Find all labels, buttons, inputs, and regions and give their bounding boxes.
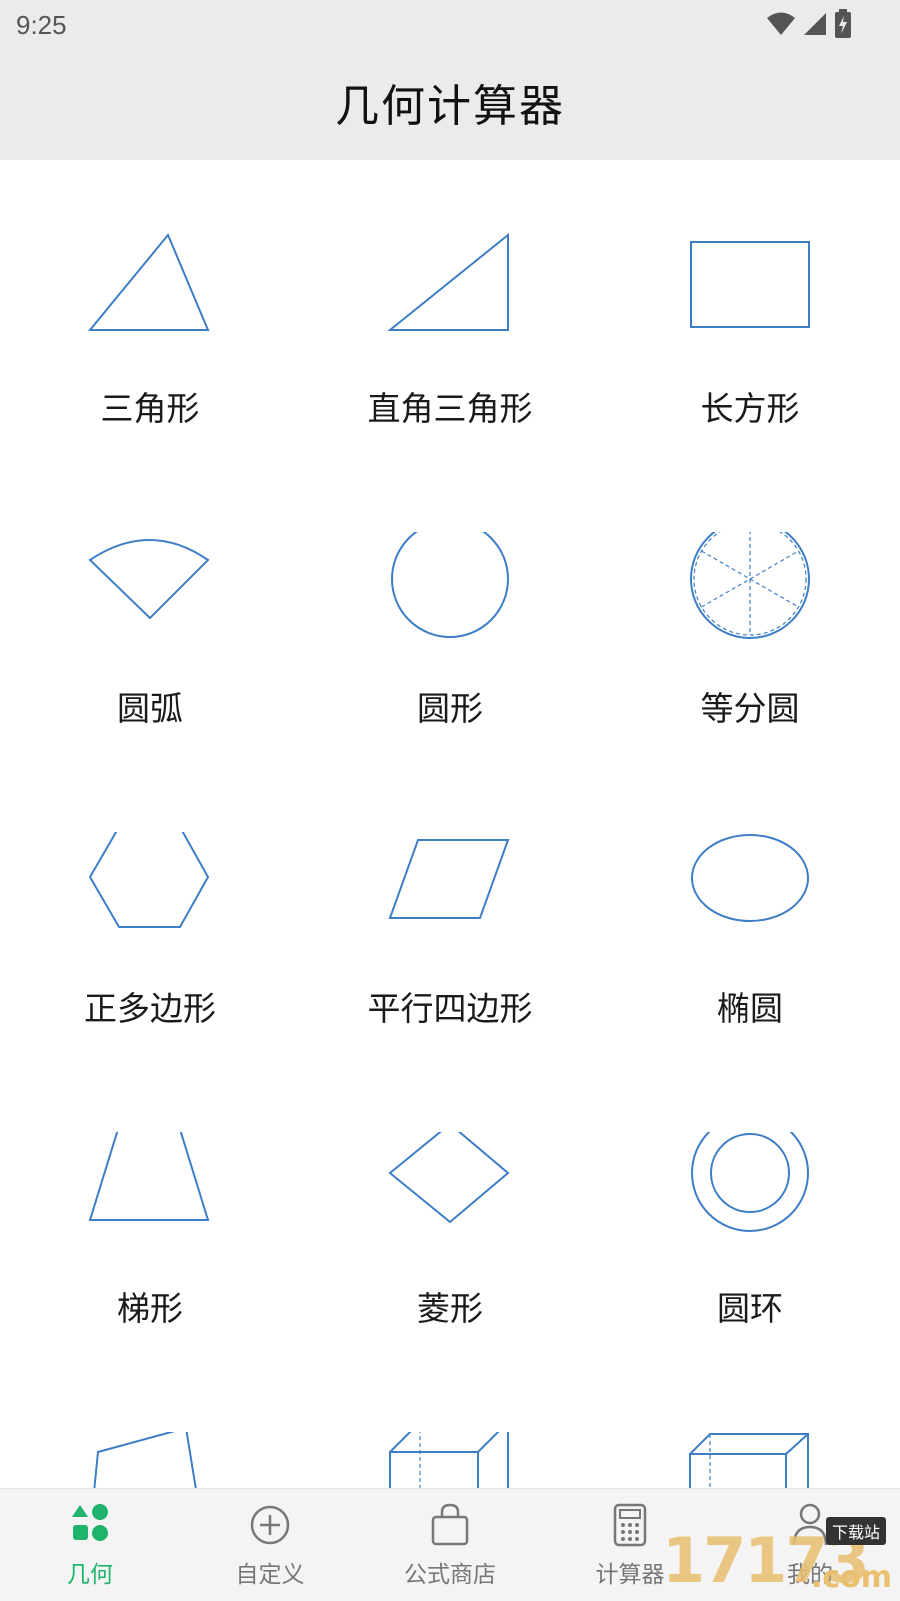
shape-item-rhombus[interactable]: 菱形: [300, 1060, 600, 1360]
calculator-icon: [613, 1503, 647, 1547]
wifi-icon: [767, 12, 795, 35]
shape-item-cube[interactable]: [600, 1360, 900, 1488]
tab-geometry[interactable]: 几何: [0, 1489, 180, 1601]
shape-item-parallelogram[interactable]: 平行四边形: [300, 760, 600, 1060]
shape-item-trapezoid[interactable]: 梯形: [0, 1060, 300, 1360]
shape-item-rectangle[interactable]: 长方形: [600, 160, 900, 460]
rectangle-icon: [690, 241, 810, 328]
plus-circle-icon: [250, 1505, 290, 1545]
shape-label: 梯形: [117, 1289, 183, 1328]
cuboid-icon: [389, 1432, 509, 1488]
status-time: 9:25: [16, 10, 67, 40]
annulus-icon: [691, 1132, 809, 1232]
parallelogram-icon: [388, 839, 510, 919]
shape-label: 圆环: [717, 1289, 783, 1328]
watermark-badge: 下载站: [825, 1517, 886, 1545]
shape-label: 长方形: [700, 389, 800, 428]
geometry-icon: [72, 1504, 108, 1541]
tab-label: 几何: [67, 1562, 113, 1588]
shape-item-arc[interactable]: 圆弧: [0, 460, 300, 760]
shape-label: 等分圆: [700, 689, 800, 728]
watermark: 17173 下载站 .com: [662, 1517, 892, 1597]
shopping-bag-icon: [431, 1503, 469, 1546]
shape-label: 菱形: [417, 1289, 483, 1328]
right-triangle-icon: [387, 232, 509, 331]
hexagon-icon: [88, 832, 210, 928]
shape-item-circle[interactable]: 圆形: [300, 460, 600, 760]
ellipse-icon: [691, 834, 809, 922]
shape-label: 直角三角形: [367, 389, 533, 428]
cube-icon: [689, 1433, 809, 1488]
watermark-suffix: .com: [810, 1560, 892, 1595]
shape-label: 圆形: [417, 689, 483, 728]
sector-icon: [88, 539, 210, 620]
status-icons: [766, 8, 852, 40]
shape-item-triangle[interactable]: 三角形: [0, 160, 300, 460]
rhombus-icon: [388, 1132, 510, 1224]
bottom-tab-bar: 几何 自定义 公式商店 计算器 我的 17173 下载站 .com: [0, 1488, 900, 1601]
page-title: 几何计算器: [335, 81, 565, 132]
shape-item-regular-polygon[interactable]: 正多边形: [0, 760, 300, 1060]
quadrilateral-icon: [93, 1432, 197, 1488]
shape-item-right-triangle[interactable]: 直角三角形: [300, 160, 600, 460]
shape-grid: 三角形 直角三角形 长方形 圆弧 圆形 等分圆 正多边形 平行四边形 椭圆 梯形…: [0, 160, 900, 1488]
tab-formula-store[interactable]: 公式商店: [360, 1489, 540, 1601]
shape-item-quadrilateral[interactable]: [0, 1360, 300, 1488]
divided-circle-icon: [690, 532, 810, 639]
tab-label: 自定义: [235, 1562, 305, 1588]
circle-icon: [391, 532, 509, 638]
shape-item-annulus[interactable]: 圆环: [600, 1060, 900, 1360]
cellular-signal-icon: [804, 13, 826, 35]
shape-item-cuboid[interactable]: [300, 1360, 600, 1488]
tab-label: 公式商店: [404, 1562, 496, 1588]
shape-item-divided-circle[interactable]: 等分圆: [600, 460, 900, 760]
status-bar: 9:25: [0, 0, 900, 48]
triangle-icon: [87, 233, 210, 331]
shape-label: 椭圆: [717, 989, 783, 1028]
shape-label: 正多边形: [84, 989, 216, 1028]
battery-charging-icon: [835, 9, 851, 38]
shape-label: 平行四边形: [367, 989, 533, 1028]
shape-item-ellipse[interactable]: 椭圆: [600, 760, 900, 1060]
shape-label: 三角形: [100, 389, 200, 428]
header: 几何计算器: [0, 48, 900, 160]
shape-label: 圆弧: [117, 689, 183, 728]
trapezoid-icon: [88, 1132, 210, 1221]
tab-custom[interactable]: 自定义: [180, 1489, 360, 1601]
